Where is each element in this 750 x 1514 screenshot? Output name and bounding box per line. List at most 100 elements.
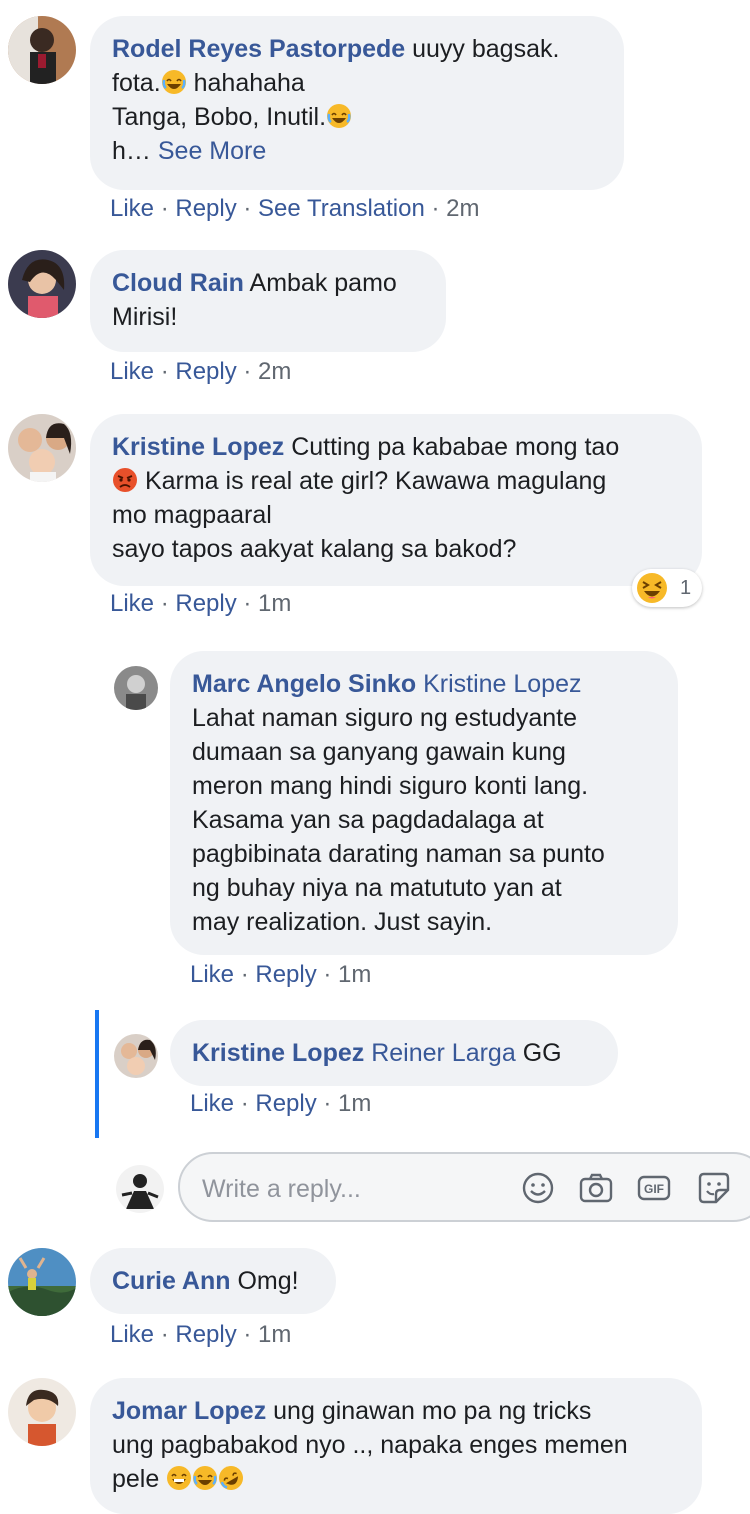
comment-text: Omg!: [237, 1267, 299, 1295]
comment-text: may realization. Just sayin.: [192, 908, 493, 936]
comment-text: pagbibinata darating naman sa punto: [192, 840, 605, 868]
comment-actions: Like · Reply · 1m: [190, 960, 371, 990]
comment-text: Lahat naman siguro ng estudyante: [192, 704, 577, 732]
commenter-name[interactable]: Jomar Lopez: [112, 1397, 266, 1425]
avatar[interactable]: [8, 16, 76, 84]
timestamp[interactable]: 2m: [446, 195, 479, 222]
separator: ·: [236, 358, 259, 385]
commenter-name[interactable]: Curie Ann: [112, 1267, 231, 1295]
mention-link[interactable]: Reiner Larga: [371, 1039, 516, 1067]
reply-link[interactable]: Reply: [175, 590, 236, 617]
commenter-name[interactable]: Cloud Rain: [112, 269, 244, 297]
separator: ·: [316, 961, 339, 988]
comment-text: ng buhay niya na matututo yan at: [192, 874, 562, 902]
mention-link[interactable]: Kristine Lopez: [423, 670, 581, 698]
avatar[interactable]: [8, 1378, 76, 1446]
separator: ·: [236, 1321, 259, 1348]
like-link[interactable]: Like: [110, 590, 154, 617]
gif-icon[interactable]: GIF: [636, 1170, 672, 1206]
comment-actions: Like · Reply · 1m: [190, 1089, 371, 1119]
reply-box: GIF: [178, 1152, 750, 1222]
separator: ·: [234, 961, 256, 988]
separator: ·: [154, 358, 176, 385]
separator: ·: [154, 195, 176, 222]
avatar[interactable]: [114, 1034, 158, 1078]
timestamp[interactable]: 2m: [258, 358, 291, 385]
comment-text: uuyy bagsak.: [412, 35, 560, 63]
comment-bubble: Rodel Reyes Pastorpede uuyy bagsak. fota…: [90, 16, 624, 190]
reply-bubble: Kristine Lopez Reiner Larga GG: [170, 1020, 618, 1086]
comment-actions: Like · Reply · 1m: [110, 1320, 291, 1350]
comment-bubble: Curie Ann Omg!: [90, 1248, 336, 1314]
current-user-avatar: [116, 1165, 164, 1213]
rofl-emoji: [219, 1466, 244, 1490]
like-link[interactable]: Like: [190, 1090, 234, 1117]
comment-text: ung pagbabakod nyo .., napaka enges meme…: [112, 1431, 628, 1459]
commenter-name[interactable]: Rodel Reyes Pastorpede: [112, 35, 405, 63]
comment-text: meron mang hindi siguro konti lang.: [192, 772, 589, 800]
grinning-emoji: [167, 1466, 192, 1490]
timestamp[interactable]: 1m: [258, 1321, 291, 1348]
comment-actions: Like · Reply · 2m: [110, 357, 291, 387]
comment-text: GG: [522, 1039, 562, 1067]
comment-text: ung ginawan mo pa ng tricks: [273, 1397, 592, 1425]
separator: ·: [316, 1090, 339, 1117]
reply-link[interactable]: Reply: [255, 961, 316, 988]
avatar[interactable]: [8, 414, 76, 482]
timestamp[interactable]: 1m: [258, 590, 291, 617]
reaction-badge[interactable]: 1: [632, 569, 702, 607]
avatar[interactable]: [8, 1248, 76, 1316]
comment-text: Karma is real ate girl? Kawawa magulang: [138, 467, 607, 495]
commenter-name[interactable]: Kristine Lopez: [112, 433, 284, 461]
comment-text: hahahaha: [186, 69, 305, 97]
sticker-icon[interactable]: [696, 1170, 732, 1206]
separator: ·: [236, 195, 259, 222]
commenter-name[interactable]: Marc Angelo Sinko: [192, 670, 416, 698]
avatar[interactable]: [8, 250, 76, 318]
like-link[interactable]: Like: [110, 195, 154, 222]
like-link[interactable]: Like: [190, 961, 234, 988]
commenter-name[interactable]: Kristine Lopez: [192, 1039, 364, 1067]
comment-bubble: Jomar Lopez ung ginawan mo pa ng tricks …: [90, 1378, 702, 1514]
comment-text: h…: [112, 137, 151, 165]
like-link[interactable]: Like: [110, 358, 154, 385]
separator: ·: [154, 590, 176, 617]
comment-text: Kasama yan sa pagdadalaga at: [192, 806, 544, 834]
see-more-link[interactable]: See More: [158, 137, 266, 165]
comment-text: fota.: [112, 69, 161, 97]
see-translation-link[interactable]: See Translation: [258, 195, 425, 222]
smiley-icon[interactable]: [520, 1170, 556, 1206]
like-link[interactable]: Like: [110, 1321, 154, 1348]
laughing-emoji: [193, 1466, 218, 1490]
reply-bubble: Marc Angelo Sinko Kristine Lopez Lahat n…: [170, 651, 678, 955]
reply-input[interactable]: [200, 1170, 504, 1208]
reply-link[interactable]: Reply: [175, 195, 236, 222]
separator: ·: [154, 1321, 176, 1348]
avatar[interactable]: [114, 666, 158, 710]
timestamp[interactable]: 1m: [338, 1090, 371, 1117]
comment-text: Cutting pa kababae mong tao: [291, 433, 620, 461]
comment-bubble: Cloud Rain Ambak pamo Mirisi!: [90, 250, 446, 352]
reply-link[interactable]: Reply: [255, 1090, 316, 1117]
laughing-emoji: [327, 104, 352, 128]
separator: ·: [236, 590, 259, 617]
comment-text: sayo tapos aakyat kalang sa bakod?: [112, 535, 517, 563]
comment-bubble: Kristine Lopez Cutting pa kababae mong t…: [90, 414, 702, 586]
reply-link[interactable]: Reply: [175, 1321, 236, 1348]
laughing-emoji: [161, 70, 186, 94]
comment-actions: Like · Reply · See Translation · 2m: [110, 194, 480, 224]
comment-text: Tanga, Bobo, Inutil.: [112, 103, 327, 131]
reaction-count: 1: [680, 577, 692, 599]
comment-text: Mirisi!: [112, 303, 178, 331]
comment-text: pele: [112, 1465, 167, 1493]
comment-text: Ambak pamo: [249, 269, 397, 297]
svg-text:GIF: GIF: [644, 1182, 664, 1196]
camera-icon[interactable]: [578, 1170, 614, 1206]
thread-line: [95, 1010, 99, 1138]
reply-link[interactable]: Reply: [175, 358, 236, 385]
angry-emoji: [113, 468, 137, 492]
comment-actions: Like · Reply · 1m: [110, 589, 291, 619]
comment-text: dumaan sa ganyang gawain kung: [192, 738, 566, 766]
timestamp[interactable]: 1m: [338, 961, 371, 988]
squinting-emoji: [637, 573, 667, 603]
